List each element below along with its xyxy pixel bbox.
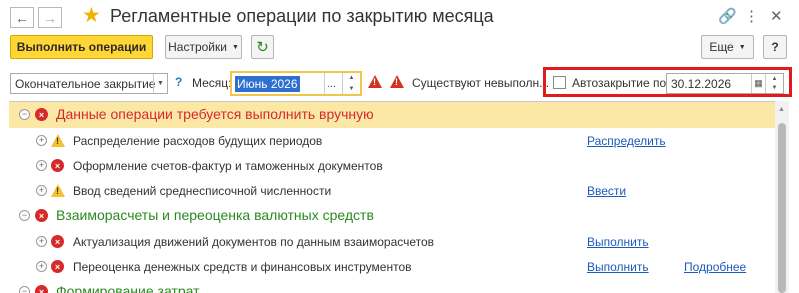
operation-row[interactable]: + × Переоценка денежных средств и финанс… bbox=[9, 254, 776, 279]
operation-row[interactable]: + Распределение расходов будущих периодо… bbox=[9, 128, 776, 153]
chevron-down-icon: ▼ bbox=[231, 43, 239, 51]
operation-label: Актуализация движений документов по данн… bbox=[73, 235, 435, 249]
group-title: Данные операции требуется выполнить вруч… bbox=[56, 106, 374, 122]
expand-icon[interactable]: + bbox=[36, 236, 47, 247]
help-question-icon[interactable]: ? bbox=[175, 75, 182, 89]
operation-label: Переоценка денежных средств и финансовых… bbox=[73, 260, 412, 274]
settings-button[interactable]: Настройки ▼ bbox=[165, 35, 242, 59]
autoclose-checkbox[interactable] bbox=[553, 76, 566, 89]
operation-label: Оформление счетов-фактур и таможенных до… bbox=[73, 159, 383, 173]
warning-icon bbox=[368, 75, 382, 88]
refresh-button[interactable]: ↻ bbox=[251, 35, 274, 59]
operation-row[interactable]: + × Оформление счетов-фактур и таможенны… bbox=[9, 153, 776, 178]
group-row[interactable]: − × Формирование затрат bbox=[9, 279, 776, 293]
chevron-up-icon[interactable]: ▲ bbox=[343, 73, 360, 84]
group-row[interactable]: − × Данные операции требуется выполнить … bbox=[9, 102, 776, 128]
distribute-link[interactable]: Распределить bbox=[587, 134, 666, 148]
more-menu-icon[interactable]: ⋮ bbox=[744, 8, 759, 26]
operation-label: Распределение расходов будущих периодов bbox=[73, 134, 323, 148]
warning-icon bbox=[390, 75, 404, 88]
chevron-down-icon: ▼ bbox=[738, 43, 746, 51]
refresh-icon: ↻ bbox=[256, 39, 269, 56]
arrow-right-icon: → bbox=[43, 9, 57, 26]
operation-label: Ввод сведений среднесписочной численност… bbox=[73, 184, 332, 198]
expand-icon[interactable]: + bbox=[36, 261, 47, 272]
help-button[interactable]: ? bbox=[763, 35, 787, 59]
expand-icon[interactable]: + bbox=[36, 135, 47, 146]
execute-link[interactable]: Выполнить bbox=[587, 260, 649, 274]
more-button[interactable]: Еще ▼ bbox=[701, 35, 754, 59]
scroll-up-icon[interactable]: ▲ bbox=[778, 106, 785, 113]
more-label: Еще bbox=[709, 40, 734, 54]
title-bar: ← → ★ Регламентные операции по закрытию … bbox=[0, 0, 799, 34]
forward-button[interactable]: → bbox=[38, 7, 62, 28]
scrollbar-thumb[interactable] bbox=[778, 123, 786, 293]
arrow-left-icon: ← bbox=[15, 9, 29, 26]
operation-row[interactable]: + × Актуализация движений документов по … bbox=[9, 229, 776, 254]
closing-mode-select[interactable]: Окончательное закрытие ▼ bbox=[10, 73, 168, 94]
execute-link[interactable]: Выполнить bbox=[587, 235, 649, 249]
autoclose-date-value: 30.12.2026 bbox=[671, 77, 732, 91]
close-icon[interactable]: ✕ bbox=[770, 8, 783, 26]
error-icon: × bbox=[51, 235, 64, 248]
date-spinner[interactable]: ▲ ▼ bbox=[765, 74, 783, 93]
month-input[interactable]: Июнь 2026 ... ▲ ▼ bbox=[230, 71, 362, 96]
warning-icon bbox=[51, 184, 65, 197]
vertical-scrollbar[interactable]: ▲ bbox=[775, 101, 789, 293]
error-icon: × bbox=[35, 285, 48, 293]
details-link[interactable]: Подробнее bbox=[684, 260, 746, 274]
enter-link[interactable]: Ввести bbox=[587, 184, 626, 198]
group-title: Взаиморасчеты и переоценка валютных сред… bbox=[56, 207, 374, 223]
closing-mode-value: Окончательное закрытие bbox=[15, 76, 156, 91]
month-value: Июнь 2026 bbox=[235, 76, 300, 92]
warning-icon bbox=[51, 134, 65, 147]
favorite-star-icon[interactable]: ★ bbox=[82, 5, 101, 27]
group-row[interactable]: − × Взаиморасчеты и переоценка валютных … bbox=[9, 203, 776, 229]
autoclose-label: Автозакрытие по: bbox=[572, 76, 670, 90]
error-icon: × bbox=[35, 209, 48, 222]
link-icon[interactable]: 🔗 bbox=[718, 8, 737, 26]
command-bar: Выполнить операции Настройки ▼ ↻ Еще ▼ ? bbox=[0, 34, 799, 64]
chevron-down-icon[interactable]: ▼ bbox=[153, 74, 167, 93]
back-button[interactable]: ← bbox=[10, 7, 34, 28]
execute-operations-button[interactable]: Выполнить операции bbox=[10, 35, 153, 59]
error-icon: × bbox=[51, 159, 64, 172]
chevron-down-icon[interactable]: ▼ bbox=[343, 84, 360, 95]
month-label: Месяц: bbox=[192, 76, 232, 90]
operations-list: − × Данные операции требуется выполнить … bbox=[9, 101, 789, 293]
status-text: Существуют невыполн... bbox=[412, 76, 550, 90]
chevron-up-icon[interactable]: ▲ bbox=[766, 74, 783, 84]
settings-label: Настройки bbox=[168, 40, 227, 54]
collapse-icon[interactable]: − bbox=[19, 286, 30, 293]
month-spinner[interactable]: ▲ ▼ bbox=[342, 73, 360, 94]
chevron-down-icon[interactable]: ▼ bbox=[766, 84, 783, 94]
error-icon: × bbox=[51, 260, 64, 273]
error-icon: × bbox=[35, 108, 48, 121]
expand-icon[interactable]: + bbox=[36, 185, 47, 196]
operation-row[interactable]: + Ввод сведений среднесписочной численно… bbox=[9, 178, 776, 203]
expand-icon[interactable]: + bbox=[36, 160, 47, 171]
group-title: Формирование затрат bbox=[56, 283, 200, 293]
select-dots-icon[interactable]: ... bbox=[324, 73, 338, 94]
autoclose-date-input[interactable]: 30.12.2026 ▦ ▲ ▼ bbox=[666, 73, 784, 94]
window-title: Регламентные операции по закрытию месяца bbox=[110, 6, 494, 26]
calendar-icon[interactable]: ▦ bbox=[751, 74, 765, 93]
collapse-icon[interactable]: − bbox=[19, 109, 30, 120]
collapse-icon[interactable]: − bbox=[19, 210, 30, 221]
